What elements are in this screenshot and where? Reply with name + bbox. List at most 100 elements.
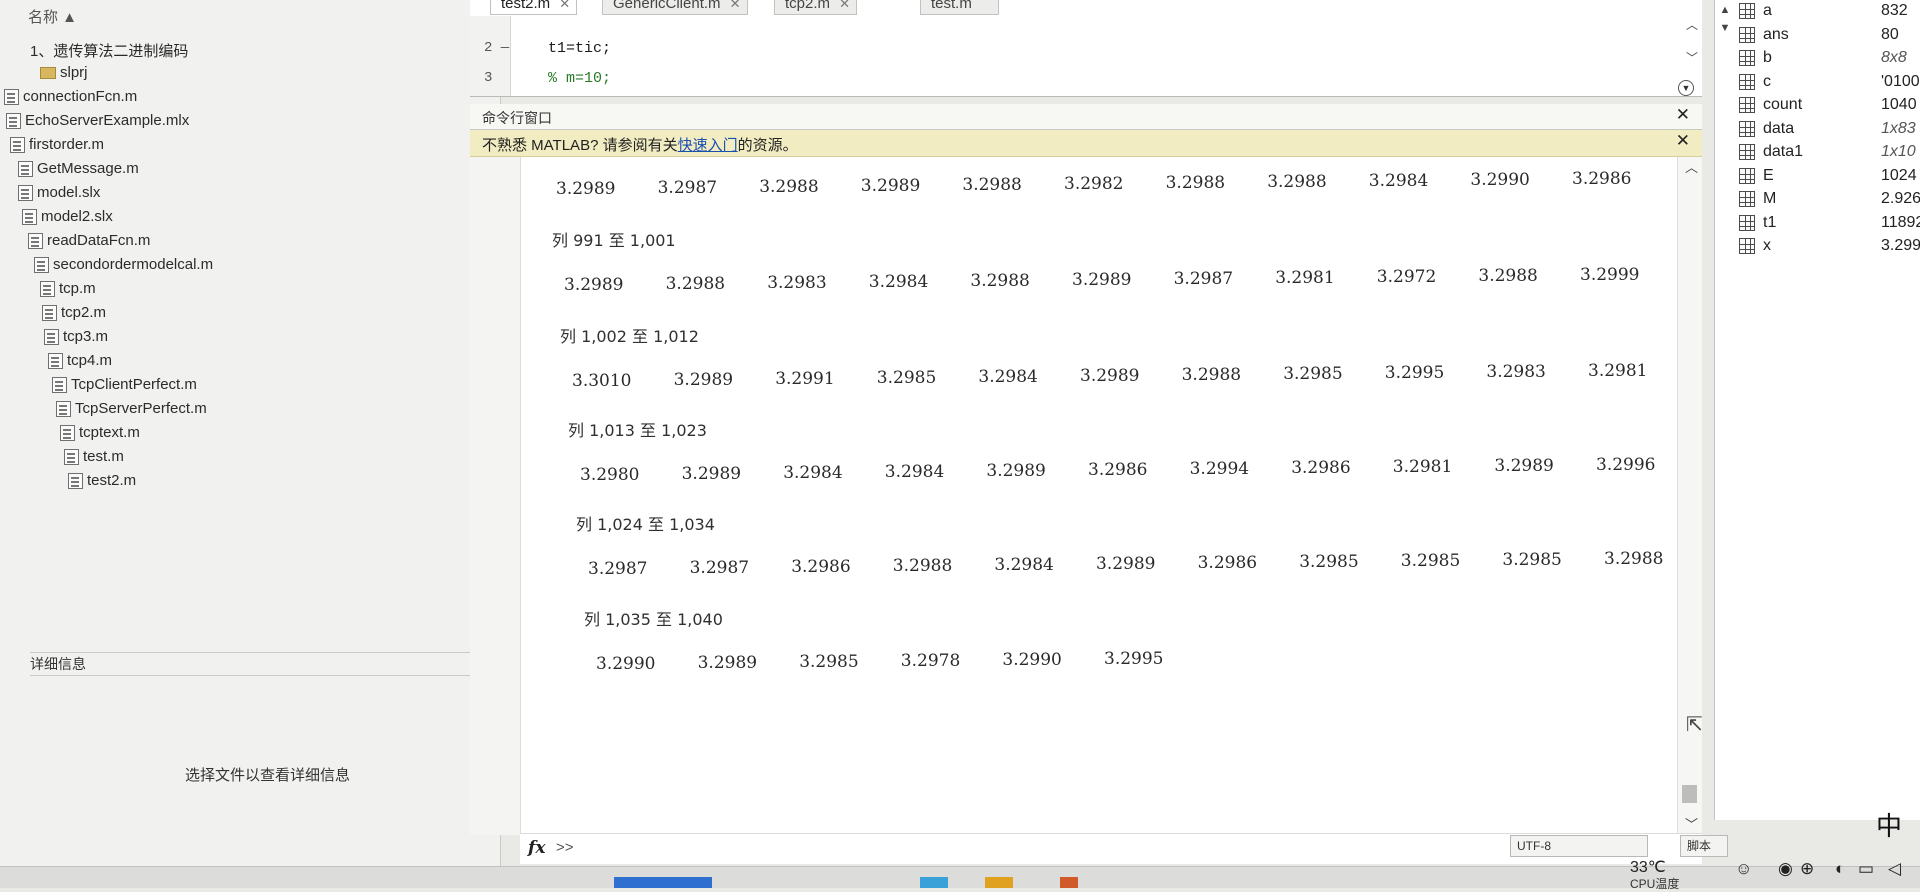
- workspace-variable-row[interactable]: t1 11892: [1727, 213, 1920, 235]
- taskbar-app-word[interactable]: [614, 877, 712, 888]
- tab-test2[interactable]: test2.m ✕: [490, 0, 578, 15]
- tab-label: test.m: [931, 0, 972, 12]
- chevron-up-icon[interactable]: ︿: [1686, 16, 1698, 33]
- workspace-variable-row[interactable]: M 2.926: [1727, 189, 1920, 211]
- file-icon: [52, 376, 67, 393]
- workspace-variable-row[interactable]: ans 80: [1727, 25, 1920, 47]
- network-icon[interactable]: ▭: [1858, 859, 1874, 879]
- matrix-icon: [1739, 3, 1755, 19]
- workspace-variable-row[interactable]: count 1040: [1727, 95, 1920, 117]
- file-icon: [22, 208, 37, 225]
- file-icon: [6, 112, 21, 129]
- file-item[interactable]: TcpClientPerfect.m: [52, 376, 197, 393]
- editor-scrollbar[interactable]: ︿ ﹀: [1682, 16, 1702, 66]
- code-line[interactable]: t1=tic;: [548, 40, 611, 57]
- output-value: 3.2985: [1400, 551, 1461, 571]
- close-icon[interactable]: ✕: [1676, 131, 1690, 151]
- file-item[interactable]: connectionFcn.m: [4, 88, 137, 105]
- taskbar-app-edge[interactable]: [920, 877, 948, 888]
- file-item[interactable]: EchoServerExample.mlx: [6, 112, 189, 129]
- file-item[interactable]: tcp3.m: [44, 328, 108, 345]
- fx-icon[interactable]: fx: [528, 838, 545, 858]
- output-value: 3.2986: [1291, 458, 1351, 478]
- file-item[interactable]: test.m: [64, 448, 124, 465]
- file-item[interactable]: secondordermodelcal.m: [34, 256, 213, 273]
- output-value: 3.2985: [799, 652, 859, 672]
- close-icon[interactable]: ✕: [730, 0, 741, 14]
- scrollbar-thumb[interactable]: [1682, 785, 1697, 803]
- info-banner: 不熟悉 MATLAB? 请参阅有关快速入门的资源。 ✕: [470, 130, 1702, 157]
- matrix-icon: [1739, 50, 1755, 66]
- temperature-label: 33℃: [1630, 859, 1666, 876]
- close-icon[interactable]: ✕: [839, 0, 850, 14]
- close-icon[interactable]: ✕: [1676, 105, 1690, 125]
- tab-genericclient[interactable]: GenericClient.m ✕: [602, 0, 748, 15]
- output-value: 3.2972: [1376, 267, 1437, 287]
- output-value: 3.2984: [783, 463, 843, 483]
- chevron-down-icon[interactable]: ﹀: [1685, 814, 1698, 833]
- file-item[interactable]: TcpServerPerfect.m: [56, 400, 207, 417]
- folder-item[interactable]: slprj: [40, 64, 88, 81]
- code-line[interactable]: % m=10;: [548, 70, 611, 87]
- file-name: TcpServerPerfect.m: [75, 400, 207, 417]
- command-window-title: 命令行窗口: [482, 110, 552, 126]
- details-section-header[interactable]: 详细信息 ⌄: [30, 652, 500, 676]
- file-item[interactable]: tcp4.m: [48, 352, 112, 369]
- workspace-variable-row[interactable]: data1 1x10: [1727, 142, 1920, 164]
- tab-label: GenericClient.m: [613, 0, 721, 12]
- chrome-icon[interactable]: ◉: [1778, 859, 1793, 879]
- output-value: 3.2989: [673, 370, 734, 390]
- file-item[interactable]: model.slx: [18, 184, 100, 201]
- variable-name: b: [1763, 49, 1772, 66]
- output-value: 3.2989: [697, 653, 758, 673]
- matrix-icon: [1739, 26, 1755, 43]
- mouse-cursor-icon: ⇱: [1686, 714, 1703, 736]
- workspace-variable-row[interactable]: c '0100: [1727, 72, 1920, 94]
- matrix-icon: [1739, 73, 1755, 90]
- chevron-up-icon[interactable]: ︿: [1685, 157, 1698, 176]
- output-value: 3.2978: [900, 651, 961, 671]
- taskbar-app-explorer[interactable]: [985, 877, 1013, 888]
- folder-item[interactable]: 1、遗传算法二进制编码: [30, 40, 188, 61]
- file-item[interactable]: tcptext.m: [60, 424, 140, 441]
- file-item[interactable]: tcp.m: [40, 280, 96, 297]
- matrix-icon: [1739, 238, 1755, 254]
- file-item[interactable]: tcp2.m: [42, 304, 106, 321]
- close-icon[interactable]: ✕: [559, 0, 570, 14]
- file-item[interactable]: model2.slx: [22, 208, 113, 225]
- people-icon[interactable]: ☺: [1735, 859, 1752, 879]
- output-value: 3.2988: [892, 556, 953, 576]
- file-item[interactable]: GetMessage.m: [18, 160, 139, 177]
- workspace-variable-row[interactable]: E 1024: [1727, 166, 1920, 188]
- column-range-header: 列 991 至 1,001: [552, 231, 676, 250]
- output-value: 3.2989: [986, 461, 1046, 481]
- tab-tcp2[interactable]: tcp2.m ✕: [774, 0, 858, 15]
- name-column-header[interactable]: 名称 ▲: [28, 6, 77, 27]
- speaker-icon[interactable]: ◁: [1888, 859, 1901, 879]
- file-name: tcp4.m: [67, 352, 113, 369]
- ime-indicator[interactable]: 中: [1876, 806, 1902, 843]
- browser-icon[interactable]: ⊕: [1800, 859, 1814, 879]
- file-item[interactable]: test2.m: [68, 472, 136, 489]
- quick-start-link[interactable]: 快速入门: [678, 137, 738, 154]
- file-item[interactable]: firstorder.m: [10, 136, 104, 153]
- file-name: model.slx: [37, 184, 101, 201]
- workspace-variable-row[interactable]: b 8x8: [1727, 48, 1920, 70]
- command-window-output[interactable]: 3.2989 3.2987 3.2988 3.2989 3.2988 3.2982 3.29…: [470, 157, 1702, 835]
- file-name: slprj: [60, 64, 88, 81]
- file-item[interactable]: readDataFcn.m: [28, 232, 150, 249]
- workspace-variable-row[interactable]: x 3.299: [1727, 236, 1920, 258]
- dropdown-circle-icon[interactable]: ▼: [1678, 80, 1694, 96]
- workspace-variable-row[interactable]: a 832: [1727, 1, 1920, 23]
- column-range-header: 列 1,024 至 1,034: [576, 515, 715, 534]
- mode-status: 脚本: [1680, 835, 1728, 857]
- matrix-icon: [1739, 144, 1755, 160]
- chevron-down-icon[interactable]: ﹀: [1686, 49, 1698, 66]
- tab-test[interactable]: test.m: [920, 0, 999, 15]
- taskbar-app-matlab[interactable]: [1060, 877, 1078, 888]
- workspace-variable-row[interactable]: data 1x83: [1727, 119, 1920, 141]
- column-range-header: 列 1,002 至 1,012: [560, 327, 699, 346]
- matrix-icon: [1739, 167, 1755, 184]
- variable-name: ans: [1763, 25, 1789, 43]
- sync-icon[interactable]: ◐: [1835, 859, 1845, 879]
